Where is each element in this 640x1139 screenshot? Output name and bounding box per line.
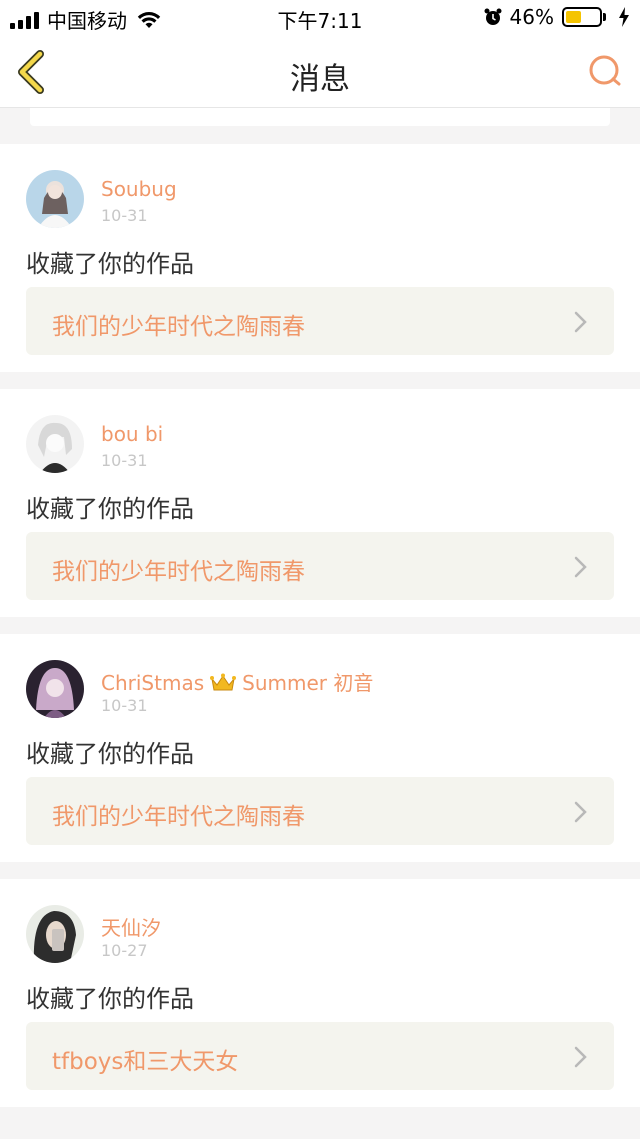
action-text: 收藏了你的作品: [26, 740, 194, 768]
avatar[interactable]: [26, 905, 84, 963]
username[interactable]: bou bi: [101, 422, 163, 446]
work-title: 我们的少年时代之陶雨春: [52, 804, 305, 830]
message-card: Soubug 10-31 收藏了你的作品 我们的少年时代之陶雨春: [0, 144, 640, 372]
battery-icon: [562, 7, 606, 27]
work-link[interactable]: tfboys和三大天女: [26, 1022, 614, 1090]
chevron-right-icon: [574, 1046, 587, 1068]
chevron-right-icon: [574, 556, 587, 578]
search-icon[interactable]: [586, 52, 624, 90]
work-link[interactable]: 我们的少年时代之陶雨春: [26, 287, 614, 355]
status-bar: 中国移动 下午7:11 46%: [0, 0, 640, 36]
work-title: 我们的少年时代之陶雨春: [52, 314, 305, 340]
work-link[interactable]: 我们的少年时代之陶雨春: [26, 532, 614, 600]
nav-bar: 消息: [0, 36, 640, 108]
avatar[interactable]: [26, 415, 84, 473]
message-card: ChriStmas Summer 初音 10-31 收藏了你的作品 我们的少年时…: [0, 634, 640, 862]
action-text: 收藏了你的作品: [26, 985, 194, 1013]
message-date: 10-31: [101, 206, 148, 225]
alarm-icon: [484, 8, 502, 25]
avatar[interactable]: [26, 170, 84, 228]
message-card: 天仙汐 10-27 收藏了你的作品 tfboys和三大天女: [0, 879, 640, 1107]
chevron-right-icon: [574, 311, 587, 333]
crown-icon: [210, 673, 237, 691]
username[interactable]: ChriStmas Summer 初音: [101, 667, 373, 696]
work-title: tfboys和三大天女: [52, 1049, 239, 1075]
chevron-right-icon: [574, 801, 587, 823]
username[interactable]: 天仙汐: [101, 912, 161, 941]
message-date: 10-27: [101, 941, 148, 960]
username-part: ChriStmas: [101, 671, 205, 695]
page-title: 消息: [290, 62, 350, 97]
battery-percent: 46%: [509, 5, 554, 29]
action-text: 收藏了你的作品: [26, 495, 194, 523]
action-text: 收藏了你的作品: [26, 250, 194, 278]
message-date: 10-31: [101, 451, 148, 470]
previous-card-edge: [30, 108, 610, 126]
message-date: 10-31: [101, 696, 148, 715]
message-card: bou bi 10-31 收藏了你的作品 我们的少年时代之陶雨春: [0, 389, 640, 617]
charging-bolt-icon: [619, 7, 629, 27]
avatar[interactable]: [26, 660, 84, 718]
work-title: 我们的少年时代之陶雨春: [52, 559, 305, 585]
work-link[interactable]: 我们的少年时代之陶雨春: [26, 777, 614, 845]
username-part: Summer 初音: [242, 671, 374, 695]
username[interactable]: Soubug: [101, 177, 177, 201]
battery-fill: [566, 11, 581, 23]
